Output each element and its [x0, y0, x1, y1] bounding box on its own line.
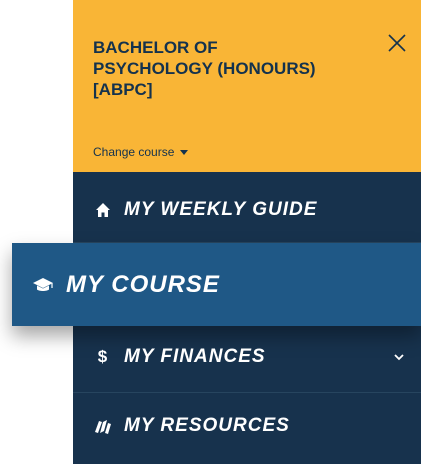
change-course-dropdown[interactable]: Change course — [93, 145, 189, 159]
course-header: BACHELOR OF PSYCHOLOGY (HONOURS) [ABPC] … — [73, 0, 421, 172]
chevron-down-icon — [394, 354, 404, 361]
expand-finances-button[interactable] — [392, 350, 406, 364]
dollar-icon: $ — [97, 347, 109, 366]
nav-item-weekly-guide[interactable]: MY WEEKLY GUIDE — [93, 188, 393, 232]
home-icon — [93, 200, 113, 220]
close-icon — [388, 34, 406, 52]
books-icon — [93, 416, 113, 436]
nav-item-my-resources[interactable]: MY RESOURCES — [93, 404, 393, 448]
nav-item-my-finances[interactable]: $ MY FINANCES — [93, 335, 403, 379]
close-button[interactable] — [386, 32, 408, 54]
nav-item-label: MY WEEKLY GUIDE — [124, 199, 318, 220]
menu-divider — [73, 392, 421, 393]
nav-item-label: MY RESOURCES — [124, 415, 290, 436]
nav-item-label: MY FINANCES — [124, 346, 266, 367]
nav-item-my-course[interactable]: MY COURSE — [32, 243, 412, 326]
caret-down-icon — [180, 150, 189, 155]
change-course-label: Change course — [93, 145, 175, 159]
graduation-cap-icon — [32, 274, 54, 296]
course-title: BACHELOR OF PSYCHOLOGY (HONOURS) [ABPC] — [93, 38, 316, 99]
nav-item-label: MY COURSE — [66, 270, 220, 298]
